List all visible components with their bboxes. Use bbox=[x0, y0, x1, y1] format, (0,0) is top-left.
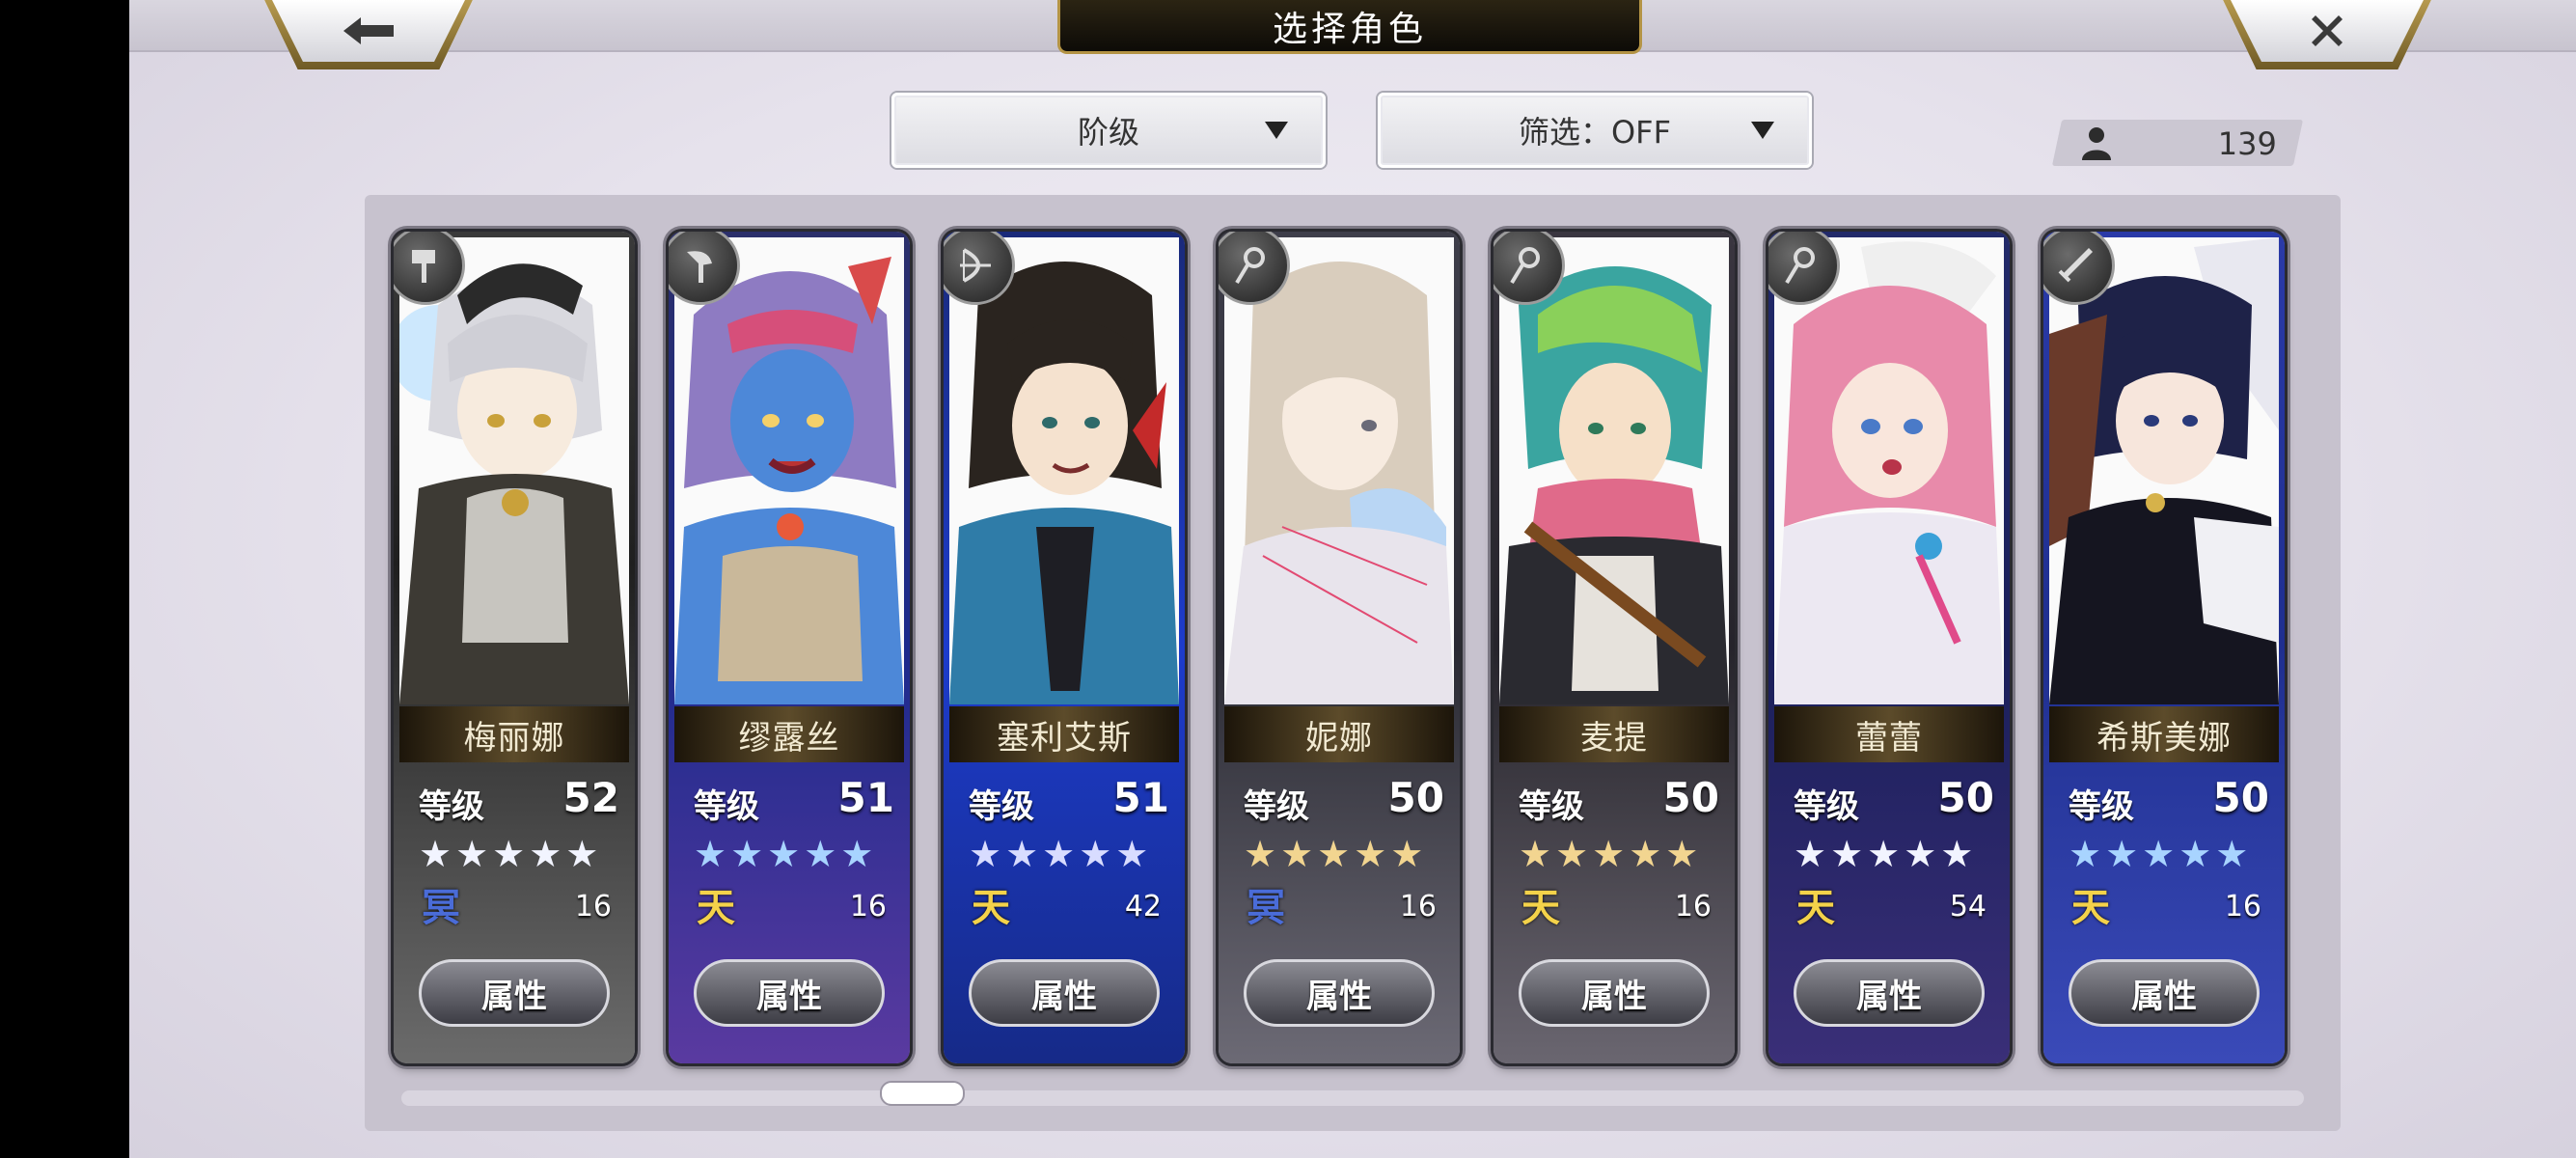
rarity-stars: ★★★★★ bbox=[1244, 833, 1428, 875]
character-stats: 等级 50 ★★★★★ 天 16 属性 bbox=[1499, 764, 1729, 1056]
scrollbar-thumb[interactable] bbox=[880, 1081, 965, 1106]
chevron-down-icon bbox=[1265, 122, 1288, 139]
character-name: 塞利艾斯 bbox=[949, 706, 1179, 762]
arrow-left-icon bbox=[343, 17, 394, 44]
unit-count: 16 bbox=[849, 890, 887, 924]
character-card[interactable]: 麦提 等级 50 ★★★★★ 天 16 属性 bbox=[1494, 232, 1735, 1063]
character-portrait bbox=[1224, 237, 1454, 704]
close-icon bbox=[2312, 15, 2343, 46]
level-label: 等级 bbox=[419, 787, 484, 826]
character-card[interactable]: 塞利艾斯 等级 51 ★★★★★ 天 42 属性 bbox=[944, 232, 1185, 1063]
character-stats: 等级 51 ★★★★★ 天 42 属性 bbox=[949, 764, 1179, 1056]
character-name: 梅丽娜 bbox=[399, 706, 629, 762]
character-portrait bbox=[399, 237, 629, 704]
character-name: 麦提 bbox=[1499, 706, 1729, 762]
page-title: 选择角色 bbox=[1057, 0, 1642, 54]
character-name: 妮娜 bbox=[1224, 706, 1454, 762]
unit-count: 16 bbox=[1399, 890, 1437, 924]
character-portrait bbox=[1499, 237, 1729, 704]
level-label: 等级 bbox=[694, 787, 759, 826]
user-icon bbox=[2082, 127, 2111, 160]
level-label: 等级 bbox=[2069, 787, 2134, 826]
level-label: 等级 bbox=[1244, 787, 1309, 826]
underworld-class-icon: 冥 bbox=[422, 885, 460, 930]
attributes-button[interactable]: 属性 bbox=[1519, 959, 1710, 1027]
character-card[interactable]: 梅丽娜 等级 52 ★★★★★ 冥 16 属性 bbox=[394, 232, 635, 1063]
character-stats: 等级 50 ★★★★★ 冥 16 属性 bbox=[1224, 764, 1454, 1056]
rarity-stars: ★★★★★ bbox=[694, 833, 878, 875]
attributes-button[interactable]: 属性 bbox=[969, 959, 1160, 1027]
character-card[interactable]: 妮娜 等级 50 ★★★★★ 冥 16 属性 bbox=[1219, 232, 1460, 1063]
game-screen: 选择角色 阶级 筛选：OFF 139 梅丽娜 等级 52 ★★★★★ 冥 16 … bbox=[129, 0, 2576, 1158]
attributes-button[interactable]: 属性 bbox=[419, 959, 610, 1027]
character-stats: 等级 50 ★★★★★ 天 16 属性 bbox=[2049, 764, 2279, 1056]
back-button[interactable] bbox=[264, 0, 473, 69]
unit-count: 16 bbox=[2224, 890, 2261, 924]
character-card[interactable]: 希斯美娜 等级 50 ★★★★★ 天 16 属性 bbox=[2043, 232, 2285, 1063]
filter-label: 筛选：OFF bbox=[1518, 114, 1671, 151]
chevron-down-icon bbox=[1751, 122, 1774, 139]
level-value: 50 bbox=[2212, 774, 2269, 821]
level-value: 50 bbox=[1662, 774, 1719, 821]
close-button[interactable] bbox=[2223, 0, 2431, 69]
character-name: 缪露丝 bbox=[674, 706, 904, 762]
character-portrait bbox=[949, 237, 1179, 704]
level-label: 等级 bbox=[1519, 787, 1584, 826]
attributes-button[interactable]: 属性 bbox=[1794, 959, 1985, 1027]
heaven-class-icon: 天 bbox=[1521, 885, 1560, 930]
rarity-stars: ★★★★★ bbox=[969, 833, 1153, 875]
character-stats: 等级 51 ★★★★★ 天 16 属性 bbox=[674, 764, 904, 1056]
rarity-stars: ★★★★★ bbox=[1794, 833, 1978, 875]
rarity-stars: ★★★★★ bbox=[1519, 833, 1703, 875]
character-list-panel: 梅丽娜 等级 52 ★★★★★ 冥 16 属性 缪露丝 等级 51 ★★★★★ … bbox=[365, 195, 2341, 1131]
attributes-button[interactable]: 属性 bbox=[694, 959, 885, 1027]
horizontal-scrollbar[interactable] bbox=[401, 1090, 2304, 1106]
character-card[interactable]: 蕾蕾 等级 50 ★★★★★ 天 54 属性 bbox=[1768, 232, 2010, 1063]
rarity-stars: ★★★★★ bbox=[2069, 833, 2253, 875]
heaven-class-icon: 天 bbox=[972, 885, 1010, 930]
filter-dropdown[interactable]: 筛选：OFF bbox=[1378, 93, 1812, 168]
attributes-button[interactable]: 属性 bbox=[2069, 959, 2260, 1027]
rank-sort-dropdown[interactable]: 阶级 bbox=[891, 93, 1326, 168]
unit-count: 16 bbox=[574, 890, 612, 924]
level-label: 等级 bbox=[969, 787, 1034, 826]
level-value: 50 bbox=[1387, 774, 1444, 821]
heaven-class-icon: 天 bbox=[697, 885, 735, 930]
character-portrait bbox=[674, 237, 904, 704]
level-value: 52 bbox=[562, 774, 619, 821]
level-value: 51 bbox=[1112, 774, 1169, 821]
rank-sort-label: 阶级 bbox=[1077, 114, 1139, 151]
unit-count: 16 bbox=[1674, 890, 1712, 924]
roster-count-badge: 139 bbox=[2051, 120, 2304, 166]
character-stats: 等级 52 ★★★★★ 冥 16 属性 bbox=[399, 764, 629, 1056]
level-value: 51 bbox=[837, 774, 894, 821]
character-card[interactable]: 缪露丝 等级 51 ★★★★★ 天 16 属性 bbox=[669, 232, 910, 1063]
unit-count: 42 bbox=[1124, 890, 1162, 924]
character-portrait bbox=[2049, 237, 2279, 704]
character-stats: 等级 50 ★★★★★ 天 54 属性 bbox=[1774, 764, 2004, 1056]
roster-count: 139 bbox=[2217, 125, 2277, 162]
unit-count: 54 bbox=[1949, 890, 1987, 924]
character-name: 希斯美娜 bbox=[2049, 706, 2279, 762]
rarity-stars: ★★★★★ bbox=[419, 833, 603, 875]
level-value: 50 bbox=[1937, 774, 1994, 821]
heaven-class-icon: 天 bbox=[1796, 885, 1835, 930]
level-label: 等级 bbox=[1794, 787, 1859, 826]
character-name: 蕾蕾 bbox=[1774, 706, 2004, 762]
left-black-bar bbox=[0, 0, 129, 1158]
attributes-button[interactable]: 属性 bbox=[1244, 959, 1435, 1027]
underworld-class-icon: 冥 bbox=[1247, 885, 1285, 930]
character-portrait bbox=[1774, 237, 2004, 704]
heaven-class-icon: 天 bbox=[2071, 885, 2110, 930]
